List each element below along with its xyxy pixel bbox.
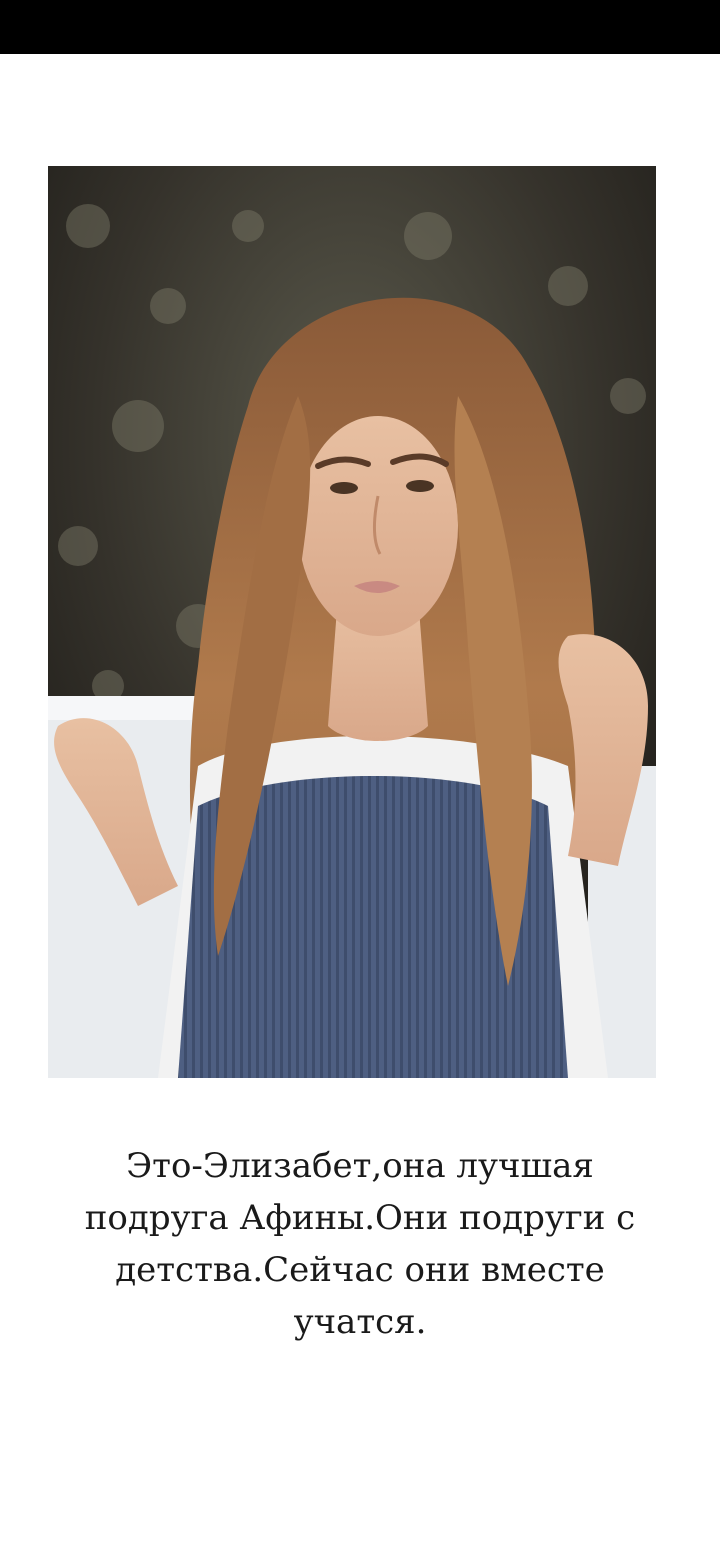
status-bar [0, 0, 720, 54]
story-caption: Это-Элизабет,она лучшая подруга Афины.Он… [84, 1146, 636, 1342]
story-photo[interactable] [48, 166, 656, 1078]
portrait-image [48, 166, 656, 1078]
